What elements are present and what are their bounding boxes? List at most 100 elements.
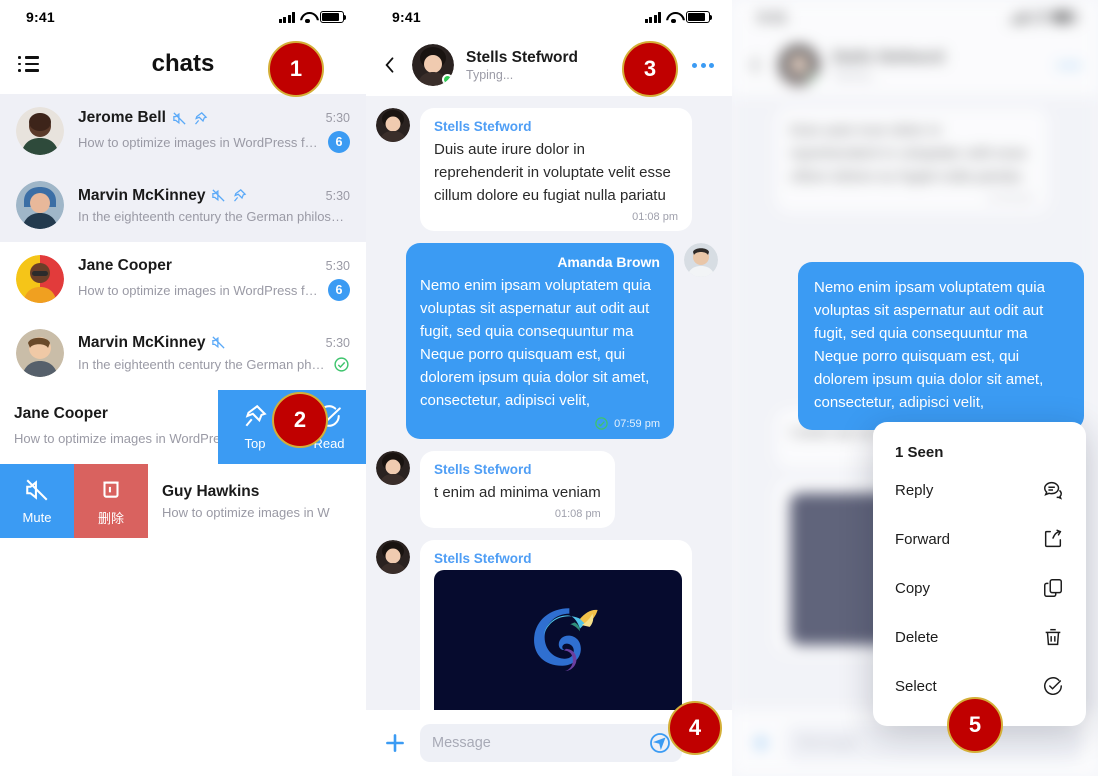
message-text: Nemo enim ipsam voluptatem quia voluptas… <box>814 279 1045 411</box>
chat-bottom-row: How to optimize images in W <box>162 505 366 520</box>
swipe-action-label: Top <box>244 436 266 451</box>
message-preview: How to optimize images in WordPress for.… <box>78 134 320 150</box>
highlighted-message-bubble[interactable]: Nemo enim ipsam voluptatem quia voluptas… <box>798 262 1084 430</box>
pin-icon <box>193 111 208 126</box>
message-out[interactable]: Amanda Brown Nemo enim ipsam voluptatem … <box>376 243 718 439</box>
context-menu-label: Select <box>895 677 937 695</box>
message-context-menu: 1 Seen Reply Forward Copy Delete Select <box>873 422 1086 726</box>
status-time: 9:41 <box>26 9 55 25</box>
context-menu-label: Reply <box>895 481 934 499</box>
contact-name: Guy Hawkins <box>162 482 260 500</box>
contact-name: Jane Cooper <box>14 405 108 422</box>
chat-list-item[interactable]: Marvin McKinney 5:30 In the eighteenth c… <box>0 316 366 390</box>
message-bubble[interactable]: Stells Stefword t enim ad minima veniam … <box>420 451 615 528</box>
sender-name: Stells Stefword <box>434 551 532 566</box>
context-menu-item-reply[interactable]: Reply <box>873 465 1086 514</box>
screenshot-stage: 9:41 chats Jerome Bell 5:30 How to optim… <box>0 0 1098 776</box>
more-dots-icon[interactable] <box>692 62 714 68</box>
wifi-icon <box>300 12 315 24</box>
chat-body: Marvin McKinney 5:30 In the eighteenth c… <box>78 334 350 373</box>
chat-list-item[interactable]: Jerome Bell 5:30 How to optimize images … <box>0 94 366 168</box>
status-icons <box>644 11 713 24</box>
chats-list-panel: 9:41 chats Jerome Bell 5:30 How to optim… <box>0 0 366 776</box>
chat-list-item[interactable]: Jane Cooper 5:30 How to optimize images … <box>0 242 366 316</box>
read-check-icon <box>594 416 609 431</box>
context-menu-panel: 9:41 Stells Stefword Typing... Duis aute… <box>732 0 1098 776</box>
message-preview: In the eighteenth century the German phi… <box>78 208 350 224</box>
chat-list: Jerome Bell 5:30 How to optimize images … <box>0 94 366 538</box>
chat-body: Marvin McKinney 5:30 In the eighteenth c… <box>78 187 350 224</box>
message-time: 07:59 pm <box>614 417 660 430</box>
message-meta: 07:59 pm <box>420 416 660 431</box>
chat-bottom-row: In the eighteenth century the German phi… <box>78 356 350 373</box>
message-time: 01:08 pm <box>632 211 678 223</box>
chat-body: Jane Cooper 5:30 How to optimize images … <box>78 257 350 301</box>
message-time: 01:08 pm <box>554 508 601 520</box>
message-text: Duis aute irure dolor in reprehenderit i… <box>434 141 671 204</box>
context-menu-item-forward[interactable]: Forward <box>873 514 1086 563</box>
avatar <box>16 329 64 377</box>
sender-name: Amanda Brown <box>557 254 660 270</box>
swipe-action-label: Mute <box>22 510 52 525</box>
message-text: t enim ad minima veniam <box>434 484 601 501</box>
message-input[interactable]: Message <box>420 724 682 762</box>
chat-top-row: Jane Cooper 5:30 <box>78 257 350 275</box>
context-menu-item-copy[interactable]: Copy <box>873 563 1086 612</box>
message-meta: 01:08 pm <box>434 508 601 520</box>
avatar <box>376 108 410 142</box>
annotation-marker-1: 1 <box>268 41 324 97</box>
avatar <box>16 181 64 229</box>
mute-icon <box>211 188 226 203</box>
avatar[interactable] <box>412 44 454 86</box>
message-preview: How to optimize images in W <box>162 504 330 520</box>
message-bubble[interactable]: Amanda Brown Nemo enim ipsam voluptatem … <box>406 243 674 439</box>
signal-icon <box>278 11 295 23</box>
read-check-icon <box>333 356 350 373</box>
status-icons <box>278 11 347 24</box>
context-menu-label: Copy <box>895 579 931 597</box>
wifi-icon <box>666 12 681 24</box>
timestamp: 5:30 <box>325 111 350 125</box>
chat-top-row: Marvin McKinney 5:30 <box>78 187 350 205</box>
avatar <box>376 540 410 574</box>
chat-top-row: Guy Hawkins <box>162 483 366 501</box>
signal-icon <box>644 11 661 23</box>
annotation-marker-2: 2 <box>272 392 328 448</box>
message-bubble[interactable]: Stells Stefword <box>420 540 692 710</box>
swipe-action-label: 删除 <box>97 511 124 526</box>
message-text: Nemo enim ipsam voluptatem quia voluptas… <box>420 277 651 409</box>
message-preview: In the eighteenth century the German phi… <box>78 356 325 372</box>
message-in-photo[interactable]: Stells Stefword <box>376 540 718 710</box>
chameleon-logo-image[interactable] <box>434 570 682 710</box>
context-menu-item-delete[interactable]: Delete <box>873 612 1086 661</box>
pin-icon <box>242 403 268 434</box>
back-chevron-icon[interactable] <box>380 55 400 75</box>
chat-list-item[interactable]: Marvin McKinney 5:30 In the eighteenth c… <box>0 168 366 242</box>
online-status-dot <box>442 74 453 85</box>
list-menu-icon[interactable] <box>18 56 40 72</box>
swipe-action-mute[interactable]: Mute <box>0 464 74 538</box>
message-preview: How to optimize images in WordPress... <box>14 430 243 446</box>
swipe-actions-left: Mute 删除 <box>0 464 148 538</box>
message-in[interactable]: Stells Stefword t enim ad minima veniam … <box>376 451 718 528</box>
unread-badge: 6 <box>328 131 350 153</box>
contact-name: Marvin McKinney <box>78 333 206 351</box>
chat-body: Jerome Bell 5:30 How to optimize images … <box>78 109 350 153</box>
swipe-action-delete[interactable]: 删除 <box>74 464 148 538</box>
sender-name: Stells Stefword <box>434 119 532 134</box>
swiped-chat-row-left[interactable]: Guy Hawkins How to optimize images in W … <box>0 464 366 538</box>
check-circle-icon <box>1042 675 1064 697</box>
message-bubble[interactable]: Stells Stefword Duis aute irure dolor in… <box>420 108 692 231</box>
battery-icon <box>320 11 347 23</box>
forward-box-icon <box>1042 528 1064 550</box>
context-menu-label: Forward <box>895 530 951 548</box>
avatar <box>684 243 718 277</box>
pin-icon <box>232 188 247 203</box>
message-in[interactable]: Stells Stefword Duis aute irure dolor in… <box>376 108 718 231</box>
message-thread: Stells Stefword Duis aute irure dolor in… <box>366 96 732 710</box>
copy-icon <box>1042 577 1064 599</box>
annotation-marker-4: 4 <box>668 701 722 755</box>
timestamp: 5:30 <box>325 259 350 273</box>
plus-icon[interactable] <box>382 730 408 756</box>
avatar <box>16 107 64 155</box>
